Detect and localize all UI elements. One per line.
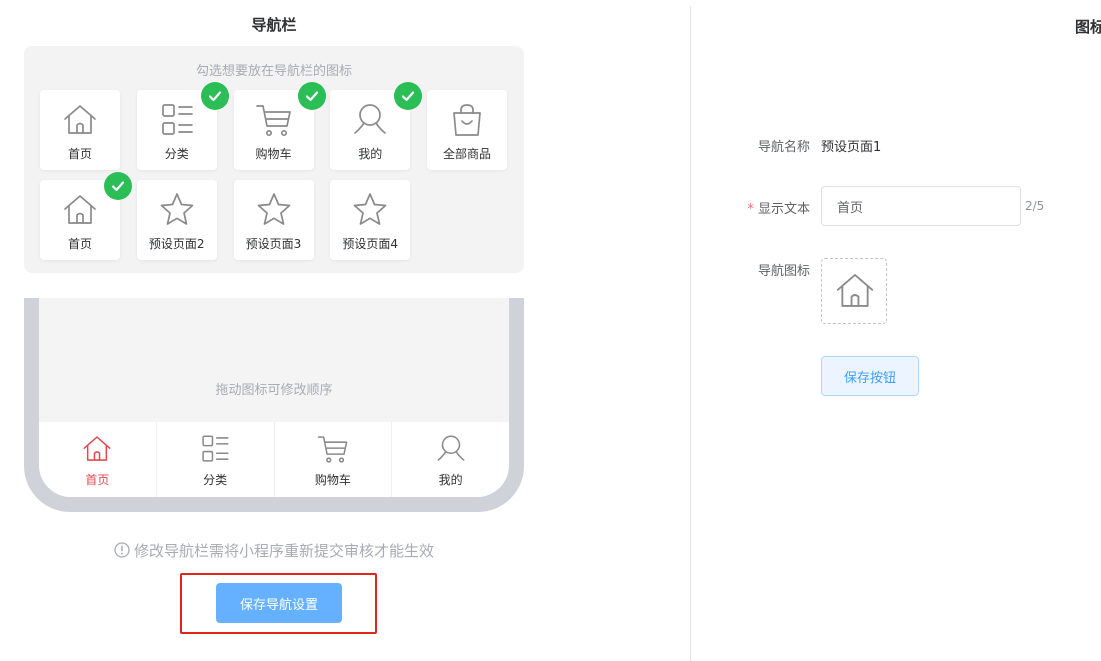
home-icon: [60, 190, 100, 230]
check-icon: [104, 172, 132, 200]
icon-option-label: 首页: [67, 237, 92, 251]
icon-option-label: 首页: [67, 147, 92, 161]
tab-label: 分类: [203, 473, 228, 487]
cart-icon: [316, 432, 350, 466]
nav-icon-label: 导航图标: [757, 264, 810, 279]
icon-option-1[interactable]: 首页: [40, 90, 120, 170]
nav-bar-title: 导航栏: [251, 16, 297, 34]
icon-option-label: 全部商品: [442, 147, 491, 161]
save-nav-button[interactable]: 保存导航设置: [216, 583, 342, 623]
notice-text: 修改导航栏需将小程序重新提交审核才能生效: [133, 542, 434, 560]
icon-option-6[interactable]: 首页: [40, 172, 132, 260]
user-icon: [434, 432, 468, 466]
icon-option-5[interactable]: 全部商品: [427, 90, 507, 170]
icon-option-2[interactable]: 分类: [136, 82, 229, 170]
text-counter: 2/5: [1025, 199, 1045, 213]
tab-label: 购物车: [314, 473, 351, 487]
tab-bar: 首页 分类 购物车 我的: [39, 422, 509, 497]
display-text-input[interactable]: [821, 186, 1021, 226]
tab-1[interactable]: 首页: [39, 422, 157, 497]
phone-screen: 拖动图标可修改顺序 首页 分类 购物车 我的: [39, 298, 509, 497]
nav-name-label: 导航名称: [757, 140, 810, 155]
check-icon: [200, 82, 229, 110]
icon-option-8[interactable]: 预设页面3: [233, 180, 314, 260]
tab-4[interactable]: 我的: [392, 422, 509, 497]
icon-option-3[interactable]: 购物车: [233, 82, 326, 170]
icon-option-7[interactable]: 预设页面2: [136, 180, 217, 260]
home-icon: [60, 100, 100, 140]
check-icon: [394, 82, 423, 110]
icon-option-label: 预设页面2: [148, 237, 205, 251]
nav-icon-uploader[interactable]: [821, 258, 887, 324]
cart-icon: [254, 100, 294, 140]
panel-divider: [690, 6, 691, 661]
tab-label: 我的: [438, 473, 463, 487]
tab-2[interactable]: 分类: [157, 422, 275, 497]
user-icon: [350, 100, 390, 140]
notice: 修改导航栏需将小程序重新提交审核才能生效: [0, 540, 548, 561]
star-icon: [157, 190, 197, 230]
home-icon: [832, 268, 878, 314]
icon-option-label: 预设页面3: [245, 237, 302, 251]
star-icon: [254, 190, 294, 230]
home-icon: [80, 432, 114, 466]
bag-icon: [447, 100, 487, 140]
drag-hint: 拖动图标可修改顺序: [215, 383, 333, 398]
required-star: *: [747, 202, 754, 217]
icon-option-label: 购物车: [255, 147, 292, 161]
display-text-label: * 显示文本: [680, 198, 810, 217]
save-button[interactable]: 保存按钮: [821, 356, 919, 396]
icon-panel-title: 图标: [1075, 18, 1101, 36]
icon-option-4[interactable]: 我的: [330, 82, 423, 170]
category-icon: [157, 100, 197, 140]
category-icon: [198, 432, 232, 466]
nav-name-value: 预设页面1: [821, 140, 882, 155]
icon-option-9[interactable]: 预设页面4: [330, 180, 411, 260]
icon-option-label: 预设页面4: [342, 237, 399, 251]
star-icon: [350, 190, 390, 230]
tab-label: 首页: [85, 473, 110, 487]
icon-option-label: 我的: [358, 147, 383, 161]
info-icon: [114, 542, 130, 558]
phone-preview: 拖动图标可修改顺序 首页 分类 购物车 我的: [24, 298, 524, 512]
display-text-label-text: 显示文本: [757, 202, 810, 217]
tab-3[interactable]: 购物车: [275, 422, 393, 497]
picker-hint: 勾选想要放在导航栏的图标: [195, 64, 352, 79]
icon-picker-panel: 勾选想要放在导航栏的图标 首页 分类 购物车 我的 全部商品 首页 预设页面2 预设页面3 预设…: [24, 46, 524, 273]
icon-option-label: 分类: [164, 147, 189, 161]
check-icon: [297, 82, 326, 110]
